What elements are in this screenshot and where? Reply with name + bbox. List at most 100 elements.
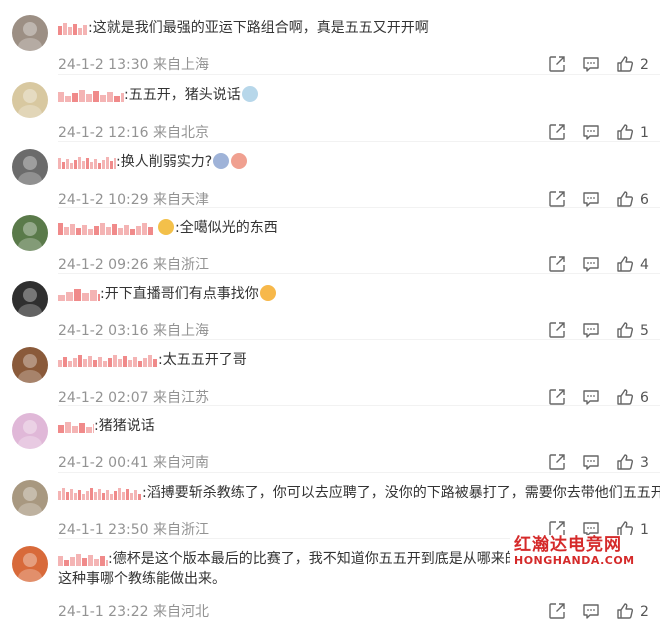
divider [58,207,660,208]
comment-line: :猪猪说话 [58,416,155,436]
share-icon[interactable] [548,255,566,275]
comment-line: :太五五开了哥 [58,350,247,370]
avatar[interactable] [12,413,48,449]
avatar[interactable] [12,215,48,251]
watermark: 红瀚达电竞网 HONGHANDA.COM [510,535,660,571]
comment-line: :这就是我们最强的亚运下路组合啊，真是五五又开开啊 [58,18,429,38]
share-icon[interactable] [548,55,566,75]
thumbs-up-icon [616,321,634,339]
avatar[interactable] [12,281,48,317]
comment-meta: 24-1-2 13:30 来自上海 [58,55,209,75]
username[interactable] [58,155,116,169]
thumbs-up-icon [616,388,634,406]
username[interactable] [58,221,154,235]
emoji-icon [259,285,276,301]
comment-icon[interactable] [582,321,600,341]
comment-text: :猪猪说话 [94,418,155,434]
username[interactable] [58,21,88,35]
share-icon[interactable] [548,321,566,341]
comment-line: :换人削弱实力? [58,152,248,172]
thumbs-up-icon [616,55,634,73]
comment-line: :滔搏要斩杀教练了，你可以去应聘了，没你的下路被暴打了，需要你去带他们五五开 [58,483,660,503]
comment-actions: 2 [548,55,650,75]
like-button[interactable]: 3 [616,453,650,473]
username[interactable] [58,486,142,500]
watermark-url: HONGHANDA.COM [514,554,635,567]
like-button[interactable]: 2 [616,55,650,75]
timestamp: 24-1-2 09:26 [58,257,149,273]
divider [58,472,660,473]
username[interactable] [58,552,108,566]
divider [58,141,660,142]
share-icon[interactable] [548,602,566,622]
timestamp: 24-1-2 03:16 [58,323,149,339]
avatar[interactable] [12,149,48,185]
username[interactable] [58,287,100,301]
timestamp: 24-1-2 02:07 [58,390,149,406]
comment-meta: 24-1-2 00:41 来自河南 [58,453,209,473]
like-count: 3 [640,455,649,471]
avatar[interactable] [12,82,48,118]
comment-actions: 4 [548,255,650,275]
share-icon[interactable] [548,123,566,143]
comment-icon[interactable] [582,255,600,275]
divider [58,74,660,75]
emoji-icon [213,153,230,169]
location: 来自天津 [152,192,209,208]
comment-icon[interactable] [582,123,600,143]
comment-meta: 24-1-1 23:22 来自河北 [58,602,209,622]
comment-actions: 1 [548,123,650,143]
share-icon[interactable] [548,453,566,473]
location: 来自江苏 [152,390,209,406]
thumbs-up-icon [616,255,634,273]
comment-icon[interactable] [582,55,600,75]
avatar[interactable] [12,15,48,51]
username[interactable] [58,419,94,433]
comment-icon[interactable] [582,602,600,622]
comment-item: :换人削弱实力? 24-1-2 10:29 来自天津 6 [0,149,660,214]
emoji-icon [231,153,248,169]
comment-text: :五五开，猪头说话 [124,87,241,103]
comment-meta: 24-1-2 03:16 来自上海 [58,321,209,341]
watermark-title: 红瀚达电竞网 [514,535,622,555]
avatar[interactable] [12,347,48,383]
comment-icon[interactable] [582,453,600,473]
like-button[interactable]: 2 [616,602,650,622]
avatar[interactable] [12,546,48,582]
thumbs-up-icon [616,453,634,471]
like-count: 5 [640,323,649,339]
emoji-icon [158,219,174,235]
like-button[interactable]: 1 [616,123,650,143]
location: 来自浙江 [152,522,209,538]
location: 来自浙江 [152,257,209,273]
username[interactable] [58,353,158,367]
thumbs-up-icon [616,190,634,208]
comment-item: :太五五开了哥 24-1-2 02:07 来自江苏 6 [0,347,660,412]
like-count: 4 [640,257,649,273]
username[interactable] [58,88,124,102]
comment-actions: 5 [548,321,650,341]
comment-actions: 3 [548,453,650,473]
comment-line: :全噶似光的东西 [58,218,278,238]
comment-text: :滔搏要斩杀教练了，你可以去应聘了，没你的下路被暴打了，需要你去带他们五五开 [142,485,660,501]
comment-text: :开下直播哥们有点事找你 [100,286,259,302]
like-count: 2 [640,57,649,73]
comment-item: :全噶似光的东西 24-1-2 09:26 来自浙江 4 [0,215,660,279]
like-count: 2 [640,604,649,620]
comment-meta: 24-1-1 23:50 来自浙江 [58,520,209,540]
like-button[interactable]: 4 [616,255,650,275]
timestamp: 24-1-1 23:50 [58,522,149,538]
divider [58,405,660,406]
comment-text: :换人削弱实力? [116,154,213,170]
avatar[interactable] [12,480,48,516]
emoji-icon [241,86,258,102]
timestamp: 24-1-2 13:30 [58,57,149,73]
comment-text: :太五五开了哥 [158,352,247,368]
comment-line: :五五开，猪头说话 [58,85,259,105]
timestamp: 24-1-2 12:16 [58,125,149,141]
comment-actions: 2 [548,602,650,622]
location: 来自上海 [152,323,209,339]
like-button[interactable]: 5 [616,321,650,341]
comment-item: :这就是我们最强的亚运下路组合啊，真是五五又开开啊 24-1-2 13:30 来自… [0,15,660,79]
thumbs-up-icon [616,602,634,620]
